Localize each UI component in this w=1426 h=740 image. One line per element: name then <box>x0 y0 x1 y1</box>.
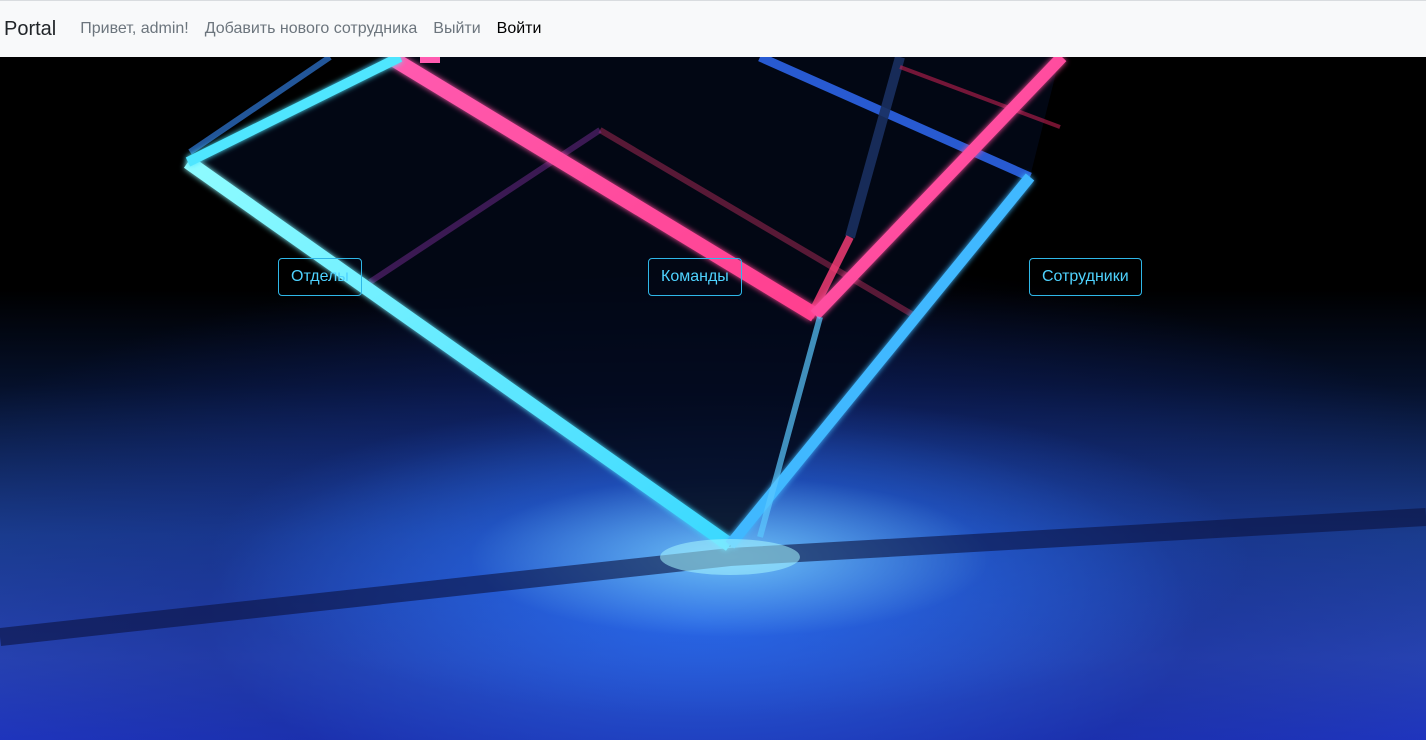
neon-cube-illustration <box>0 57 1426 646</box>
employees-button[interactable]: Сотрудники <box>1029 258 1142 296</box>
nav-logout[interactable]: Выйти <box>433 20 480 38</box>
departments-button[interactable]: Отделы <box>278 258 362 296</box>
nav-greeting[interactable]: Привет, admin! <box>80 20 189 38</box>
nav-login[interactable]: Войти <box>497 20 542 38</box>
brand-link[interactable]: Portal <box>4 18 56 41</box>
teams-button[interactable]: Команды <box>648 258 742 296</box>
nav-add-employee[interactable]: Добавить нового сотрудника <box>205 20 418 38</box>
navbar: Portal Привет, admin! Добавить нового со… <box>0 1 1426 57</box>
hero-background: Отделы Команды Сотрудники <box>0 57 1426 740</box>
